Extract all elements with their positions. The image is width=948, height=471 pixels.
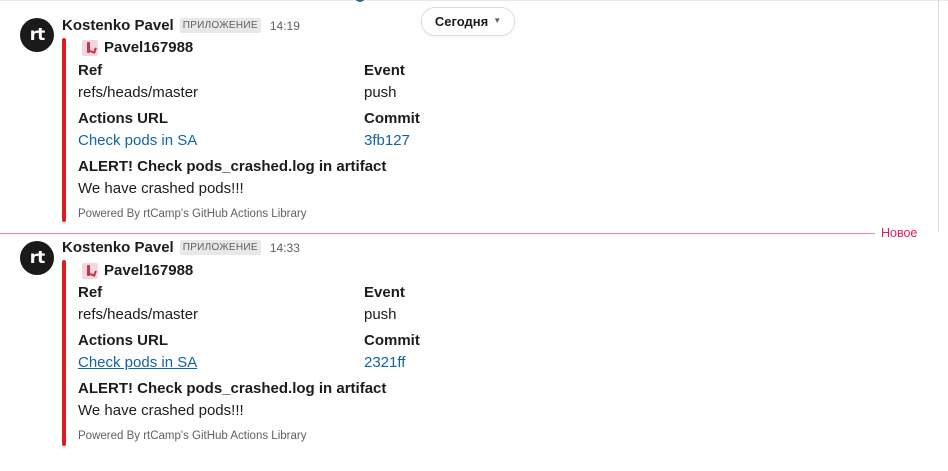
chevron-down-icon: ▼ [493, 16, 502, 25]
attachment-body-text: We have crashed pods!!! [78, 180, 244, 197]
attachment-footer: Powered By rtCamp's GitHub Actions Libra… [78, 430, 307, 442]
field-ref-title: Ref [78, 284, 103, 301]
attachment-body-text: We have crashed pods!!! [78, 402, 244, 419]
field-event-value: push [364, 306, 397, 323]
message-header: Kostenko Pavel ПРИЛОЖЕНИЕ 14:33 [62, 239, 300, 256]
new-messages-label: Новое [881, 226, 918, 240]
message-time[interactable]: 14:19 [270, 19, 300, 33]
truncated-link-fragment [355, 0, 365, 2]
attachment: Pavel167988 Ref refs/heads/master Event … [62, 260, 420, 446]
attachment-title: Pavel167988 [82, 262, 193, 279]
right-divider [938, 0, 939, 232]
field-ref-value: refs/heads/master [78, 84, 199, 101]
new-messages-divider [0, 233, 875, 234]
app-badge: ПРИЛОЖЕНИЕ [179, 240, 261, 255]
field-commit-title: Commit [364, 110, 420, 127]
attachment-color-bar [62, 260, 66, 446]
attachment-footer: Powered By rtCamp's GitHub Actions Libra… [78, 208, 307, 220]
attachment: Pavel167988 Ref refs/heads/master Event … [62, 38, 420, 224]
attachment-title: Pavel167988 [82, 39, 193, 56]
github-actions-icon [82, 262, 98, 279]
field-actions-title: Actions URL [78, 110, 168, 127]
field-ref-value: refs/heads/master [78, 306, 199, 323]
github-actions-icon [82, 39, 98, 56]
attachment-title-text: Pavel167988 [104, 39, 194, 56]
field-actions-title: Actions URL [78, 332, 168, 349]
commit-link[interactable]: 3fb127 [364, 132, 410, 149]
field-event-title: Event [364, 62, 405, 79]
alert-text: ALERT! Check pods_crashed.log in artifac… [78, 158, 387, 175]
sender-name[interactable]: Kostenko Pavel [62, 239, 174, 256]
field-ref-title: Ref [78, 62, 103, 79]
field-event-title: Event [364, 284, 405, 301]
avatar[interactable]: rt [20, 241, 54, 275]
date-jump-button[interactable]: Сегодня ▼ [421, 7, 515, 36]
attachment-title-text: Pavel167988 [104, 262, 194, 279]
message-time[interactable]: 14:33 [270, 241, 300, 255]
app-badge: ПРИЛОЖЕНИЕ [179, 18, 261, 33]
top-divider [0, 0, 948, 1]
commit-link[interactable]: 2321ff [364, 354, 405, 371]
avatar[interactable]: rt [20, 18, 54, 52]
alert-text: ALERT! Check pods_crashed.log in artifac… [78, 380, 387, 397]
actions-url-link[interactable]: Check pods in SA [78, 354, 197, 371]
field-event-value: push [364, 84, 397, 101]
actions-url-link[interactable]: Check pods in SA [78, 132, 197, 149]
message-header: Kostenko Pavel ПРИЛОЖЕНИЕ 14:19 [62, 17, 300, 34]
field-commit-title: Commit [364, 332, 420, 349]
sender-name[interactable]: Kostenko Pavel [62, 17, 174, 34]
attachment-color-bar [62, 38, 66, 222]
date-pill-label: Сегодня [434, 14, 489, 29]
